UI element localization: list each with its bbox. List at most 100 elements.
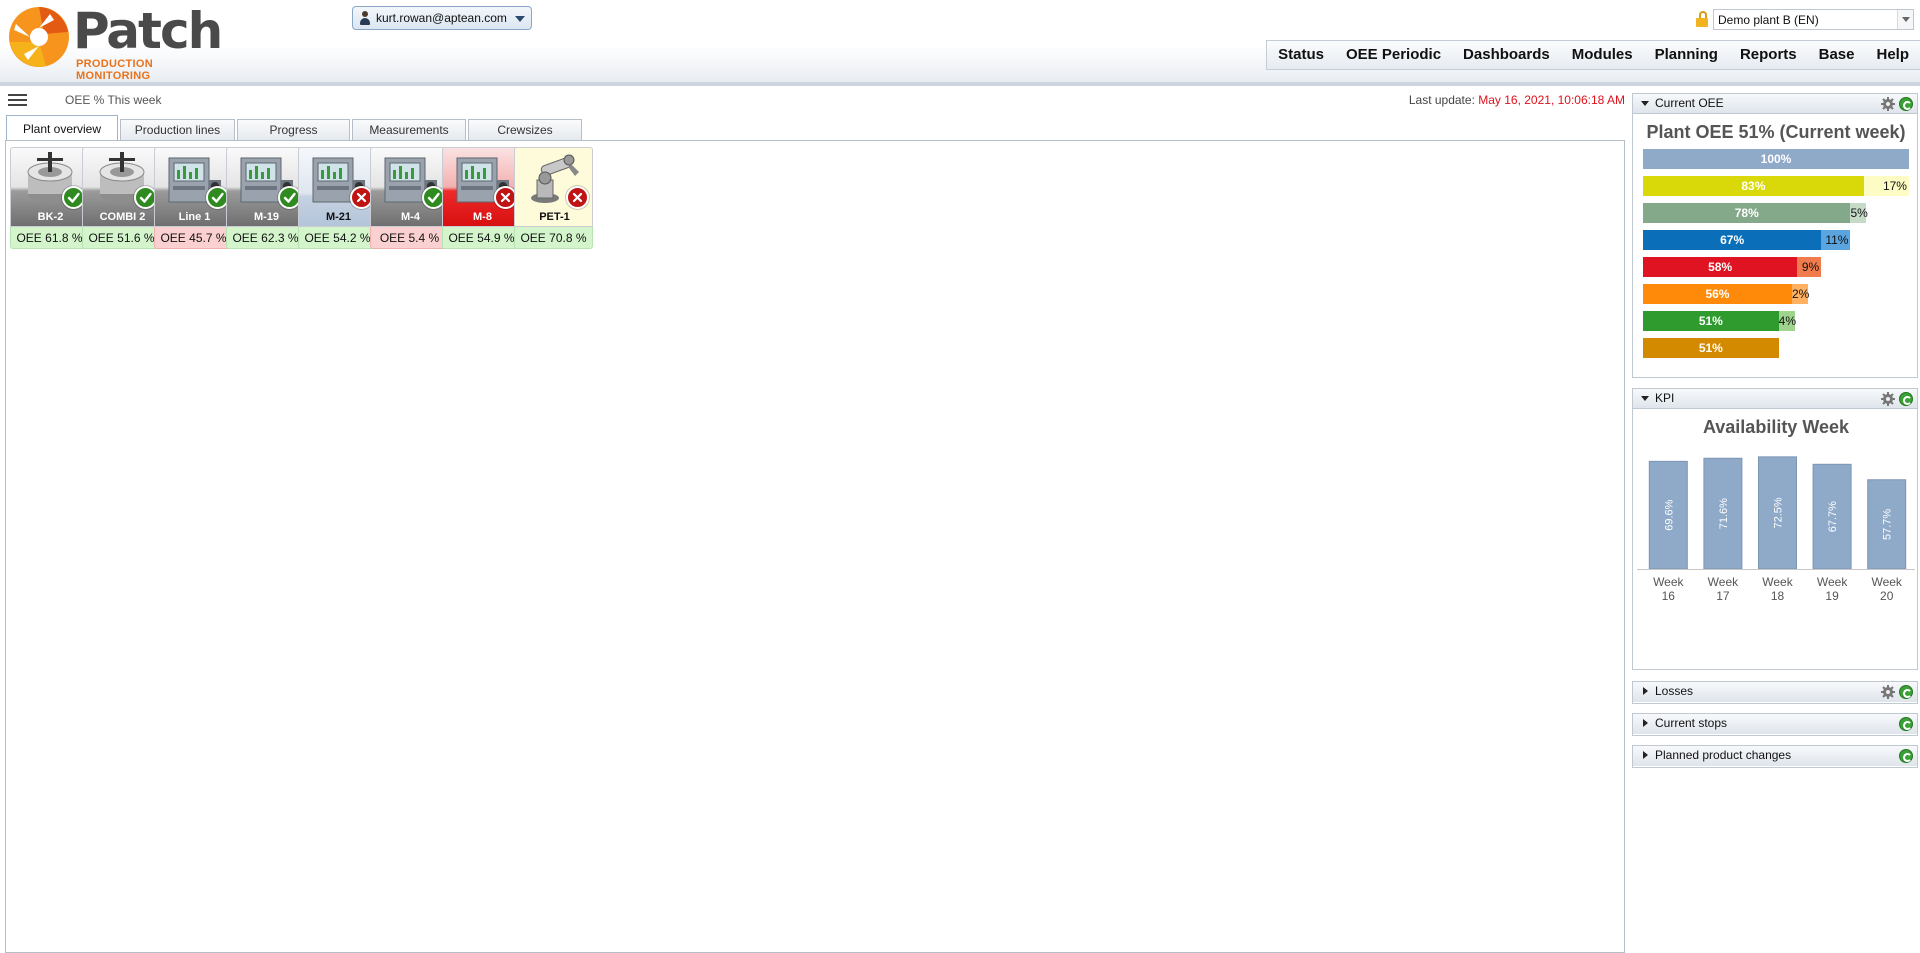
oee-bar[interactable]: 67%: [1643, 230, 1822, 250]
oee-bar-loss[interactable]: 9%: [1797, 257, 1822, 277]
availability-bar-label: 72.5%: [1773, 497, 1785, 528]
machine-name: M-4: [401, 211, 420, 223]
gear-icon[interactable]: [1881, 392, 1895, 406]
hamburger-menu-icon[interactable]: [8, 93, 27, 107]
availability-x-tick-label: 18: [1771, 589, 1785, 603]
user-icon: [359, 11, 371, 25]
machine-name: Line 1: [178, 211, 211, 223]
plant-select-value: Demo plant B (EN): [1718, 13, 1819, 27]
lock-icon[interactable]: [1695, 11, 1709, 27]
gear-icon[interactable]: [1881, 97, 1895, 111]
availability-x-tick-label: 20: [1880, 589, 1894, 603]
availability-bar-label: 71.6%: [1718, 498, 1730, 529]
refresh-icon[interactable]: [1899, 97, 1913, 111]
machine-card-m-4[interactable]: M-4 OEE 5.4 %: [370, 147, 449, 251]
tab-plant-overview[interactable]: Plant overview: [6, 115, 118, 142]
refresh-icon[interactable]: [1899, 717, 1913, 731]
current-oee-panel-header[interactable]: Current OEE: [1633, 94, 1917, 114]
header: Patch PRODUCTION MONITORING kurt.rowan@a…: [0, 0, 1920, 86]
oee-breakdown-bars: 100% 83% 17% 78% 5% 67% 11% 58% 9% 56% 2% 51% 4% 51%: [1643, 149, 1909, 365]
planned-changes-panel-label: Planned product changes: [1655, 748, 1792, 762]
oee-bar-row: 83% 17%: [1643, 176, 1909, 196]
plant-select[interactable]: Demo plant B (EN): [1713, 9, 1914, 30]
gear-icon[interactable]: [1881, 685, 1895, 699]
user-select[interactable]: kurt.rowan@aptean.com: [352, 6, 532, 30]
machine-card-m-19[interactable]: M-19 OEE 62.3 %: [226, 147, 305, 251]
user-email: kurt.rowan@aptean.com: [376, 11, 507, 25]
chevron-down-icon: [1897, 10, 1913, 29]
oee-bar[interactable]: 78%: [1643, 203, 1851, 223]
machine-name: M-21: [325, 211, 352, 223]
availability-x-tick-label: 17: [1716, 589, 1730, 603]
oee-bar-loss[interactable]: 2%: [1791, 284, 1809, 304]
nav-oee-periodic[interactable]: OEE Periodic: [1335, 41, 1452, 69]
machine-oee-value: OEE 54.2 %: [298, 227, 377, 249]
app-root: Patch PRODUCTION MONITORING kurt.rowan@a…: [0, 0, 1920, 953]
logo-icon: [9, 7, 69, 67]
nav-dashboards[interactable]: Dashboards: [1452, 41, 1561, 69]
expand-icon: [1643, 687, 1648, 695]
oee-bar-loss[interactable]: 11%: [1821, 230, 1851, 250]
machine-oee-value: OEE 61.8 %: [10, 227, 89, 249]
oee-bar-loss[interactable]: 5%: [1850, 203, 1868, 223]
machine-tile: M-21: [298, 147, 377, 227]
availability-x-tick-label: Week: [1817, 575, 1848, 589]
machine-name: M-19: [253, 211, 280, 223]
nav-modules[interactable]: Modules: [1561, 41, 1644, 69]
tab-production-lines[interactable]: Production lines: [120, 119, 235, 141]
nav-reports[interactable]: Reports: [1729, 41, 1808, 69]
availability-x-tick-label: Week: [1762, 575, 1793, 589]
refresh-icon[interactable]: [1899, 392, 1913, 406]
availability-chart: 69.6%Week1671.6%Week1772.5%Week1867.7%We…: [1637, 456, 1915, 603]
kpi-panel-header[interactable]: KPI: [1633, 389, 1917, 409]
current-stops-panel-header[interactable]: Current stops: [1633, 714, 1917, 734]
nav-help[interactable]: Help: [1865, 41, 1920, 69]
plant-overview-content: BK-2 OEE 61.8 % COMBI 2 OEE 51.6 % Line 1 OEE…: [5, 140, 1625, 953]
kpi-panel: KPI Availability Week 69.6% Week 16 71.6% We…: [1632, 388, 1918, 670]
machine-card-pet-1[interactable]: PET-1 OEE 70.8 %: [514, 147, 593, 251]
machine-card-m-8[interactable]: M-8 OEE 54.9 %: [442, 147, 521, 251]
period-label: OEE % This week: [65, 93, 162, 107]
current-oee-panel-label: Current OEE: [1655, 96, 1724, 110]
availability-x-tick-label: Week: [1871, 575, 1902, 589]
oee-bar[interactable]: 56%: [1643, 284, 1792, 304]
tab-bar: Plant overview Production lines Progress…: [6, 114, 584, 142]
losses-panel-label: Losses: [1655, 684, 1694, 698]
oee-bar[interactable]: 58%: [1643, 257, 1798, 277]
machine-card-bk-2[interactable]: BK-2 OEE 61.8 %: [10, 147, 89, 251]
tab-crewsizes[interactable]: Crewsizes: [468, 119, 582, 141]
machine-oee-value: OEE 45.7 %: [154, 227, 233, 249]
oee-bar-row: 56% 2%: [1643, 284, 1909, 304]
planned-changes-panel-header[interactable]: Planned product changes: [1633, 746, 1917, 766]
availability-x-tick-label: 16: [1662, 589, 1676, 603]
oee-bar[interactable]: 100%: [1643, 149, 1909, 169]
tab-progress[interactable]: Progress: [237, 119, 350, 141]
nav-planning[interactable]: Planning: [1644, 41, 1729, 69]
availability-x-tick-label: 19: [1825, 589, 1839, 603]
machine-card-line-1[interactable]: Line 1 OEE 45.7 %: [154, 147, 233, 251]
logo-text: Patch: [73, 2, 223, 60]
toolbar: OEE % This week Last update: May 16, 202…: [0, 90, 1630, 112]
oee-bar-loss[interactable]: 4%: [1778, 311, 1796, 331]
oee-bar-row: 100%: [1643, 149, 1909, 169]
machine-card-combi-2[interactable]: COMBI 2 OEE 51.6 %: [82, 147, 161, 251]
oee-bar-loss[interactable]: 17%: [1863, 176, 1909, 196]
machine-card-m-21[interactable]: M-21 OEE 54.2 %: [298, 147, 377, 251]
machine-oee-value: OEE 70.8 %: [514, 227, 593, 249]
oee-bar[interactable]: 83%: [1643, 176, 1864, 196]
losses-panel-header[interactable]: Losses: [1633, 682, 1917, 702]
oee-bar[interactable]: 51%: [1643, 311, 1779, 331]
last-update-timestamp: May 16, 2021, 10:06:18 AM: [1478, 93, 1625, 107]
last-update: Last update: May 16, 2021, 10:06:18 AM: [1409, 93, 1625, 107]
current-oee-panel: Current OEE Plant OEE 51% (Current week)…: [1632, 93, 1918, 378]
nav-status[interactable]: Status: [1267, 41, 1335, 69]
oee-bar[interactable]: 51%: [1643, 338, 1779, 358]
availability-bar-label: 69.6%: [1663, 499, 1675, 530]
nav-base[interactable]: Base: [1808, 41, 1866, 69]
availability-bar-label: 57.7%: [1882, 509, 1894, 540]
machine-tile: Line 1: [154, 147, 233, 227]
refresh-icon[interactable]: [1899, 685, 1913, 699]
logo: Patch PRODUCTION MONITORING: [6, 2, 226, 82]
refresh-icon[interactable]: [1899, 749, 1913, 763]
tab-measurements[interactable]: Measurements: [352, 119, 466, 141]
